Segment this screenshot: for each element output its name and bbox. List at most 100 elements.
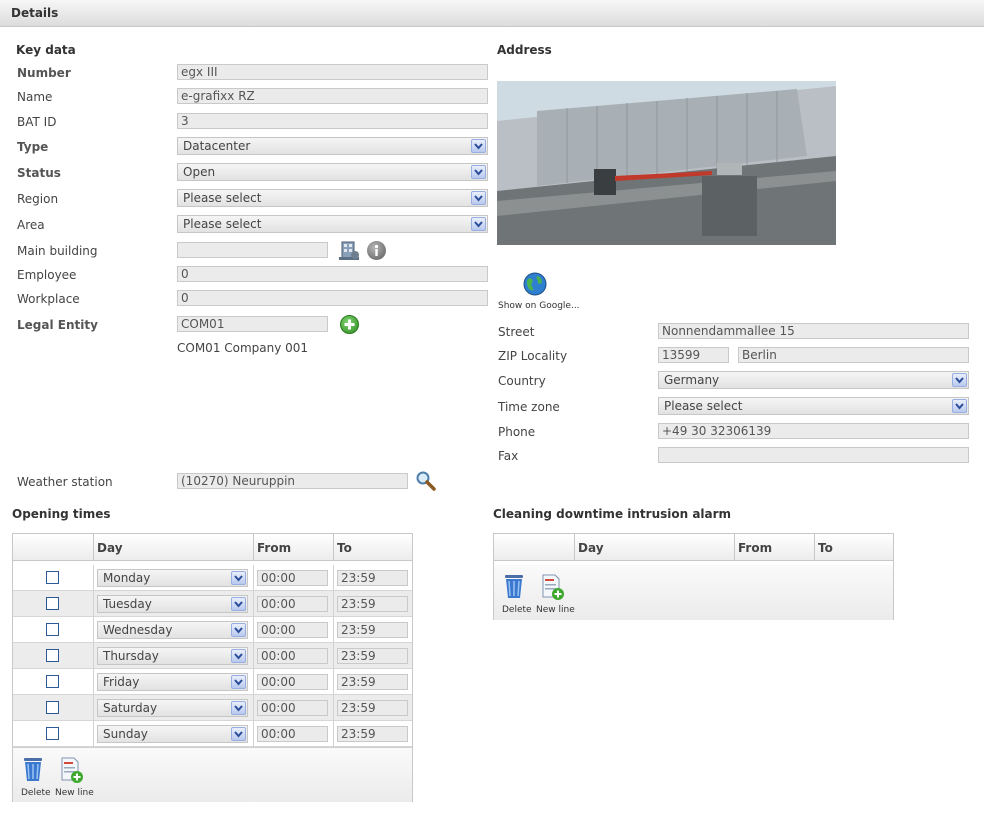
select-column-header bbox=[494, 534, 575, 561]
name-field[interactable]: e-grafixx RZ bbox=[177, 88, 488, 104]
weather-station-label: Weather station bbox=[17, 475, 113, 489]
details-title: Details bbox=[11, 6, 59, 20]
row-checkbox[interactable] bbox=[46, 571, 59, 584]
row-checkbox[interactable] bbox=[46, 597, 59, 610]
legal-entity-field[interactable]: COM01 bbox=[177, 316, 328, 332]
day-column-header[interactable]: Day bbox=[94, 534, 254, 561]
new-line-button[interactable]: New line bbox=[536, 605, 575, 615]
opening-times-header: Day From To bbox=[13, 534, 412, 561]
cleaning-header: Day From To bbox=[494, 534, 893, 561]
locality-field[interactable]: Berlin bbox=[738, 347, 969, 363]
details-header: Details bbox=[0, 0, 984, 27]
to-time-field[interactable]: 23:59 bbox=[337, 648, 408, 664]
chevron-down-icon[interactable] bbox=[471, 165, 486, 179]
row-checkbox[interactable] bbox=[46, 649, 59, 662]
day-column-header[interactable]: Day bbox=[575, 534, 735, 561]
row-checkbox[interactable] bbox=[46, 701, 59, 714]
to-time-field[interactable]: 23:59 bbox=[337, 570, 408, 586]
day-value: Wednesday bbox=[103, 623, 173, 637]
time-zone-select[interactable]: Please select bbox=[658, 397, 969, 415]
chevron-down-icon[interactable] bbox=[231, 623, 246, 637]
day-select[interactable]: Tuesday bbox=[97, 595, 248, 613]
new-line-button[interactable]: New line bbox=[55, 788, 94, 798]
to-time-field[interactable]: 23:59 bbox=[337, 700, 408, 716]
bat-id-field[interactable]: 3 bbox=[177, 113, 488, 129]
chevron-down-icon[interactable] bbox=[231, 701, 246, 715]
from-time-field[interactable]: 00:00 bbox=[257, 596, 328, 612]
from-time-field[interactable]: 00:00 bbox=[257, 700, 328, 716]
chevron-down-icon[interactable] bbox=[231, 571, 246, 585]
day-select[interactable]: Thursday bbox=[97, 647, 248, 665]
delete-button[interactable]: Delete bbox=[21, 788, 51, 798]
chevron-down-icon[interactable] bbox=[231, 727, 246, 741]
add-icon[interactable] bbox=[340, 315, 359, 334]
region-select[interactable]: Please select bbox=[177, 189, 488, 207]
from-time-field[interactable]: 00:00 bbox=[257, 622, 328, 638]
cleaning-toolbar: Delete New line bbox=[494, 565, 893, 620]
day-value: Monday bbox=[103, 571, 151, 585]
to-column-header[interactable]: To bbox=[815, 534, 895, 561]
from-time-field[interactable]: 00:00 bbox=[257, 648, 328, 664]
chevron-down-icon[interactable] bbox=[231, 649, 246, 663]
type-select[interactable]: Datacenter bbox=[177, 137, 488, 155]
from-time-field[interactable]: 00:00 bbox=[257, 570, 328, 586]
fax-field[interactable] bbox=[658, 447, 969, 463]
building-icon[interactable] bbox=[337, 238, 361, 262]
delete-button[interactable]: Delete bbox=[502, 605, 532, 615]
to-time-field[interactable]: 23:59 bbox=[337, 726, 408, 742]
row-checkbox[interactable] bbox=[46, 675, 59, 688]
row-checkbox[interactable] bbox=[46, 623, 59, 636]
fax-label: Fax bbox=[498, 449, 519, 463]
chevron-down-icon[interactable] bbox=[471, 139, 486, 153]
chevron-down-icon[interactable] bbox=[952, 399, 967, 413]
chevron-down-icon[interactable] bbox=[471, 217, 486, 231]
trash-icon[interactable] bbox=[503, 573, 525, 599]
day-select[interactable]: Wednesday bbox=[97, 621, 248, 639]
area-value: Please select bbox=[183, 217, 262, 231]
time-zone-label: Time zone bbox=[498, 400, 560, 414]
day-value: Friday bbox=[103, 675, 140, 689]
day-select[interactable]: Saturday bbox=[97, 699, 248, 717]
chevron-down-icon[interactable] bbox=[231, 675, 246, 689]
workplace-label: Workplace bbox=[17, 292, 80, 306]
day-select[interactable]: Friday bbox=[97, 673, 248, 691]
from-time-field[interactable]: 00:00 bbox=[257, 674, 328, 690]
chevron-down-icon[interactable] bbox=[471, 191, 486, 205]
weather-station-field[interactable]: (10270) Neuruppin bbox=[177, 473, 408, 489]
new-document-icon[interactable] bbox=[541, 573, 565, 601]
phone-field[interactable]: +49 30 32306139 bbox=[658, 423, 969, 439]
trash-icon[interactable] bbox=[22, 756, 44, 782]
building-photo bbox=[497, 81, 836, 245]
magnifier-icon[interactable] bbox=[415, 470, 437, 492]
key-data-title: Key data bbox=[16, 43, 76, 57]
street-field[interactable]: Nonnendammallee 15 bbox=[658, 323, 969, 339]
show-on-google-link[interactable]: Show on Google... bbox=[498, 301, 580, 311]
from-column-header[interactable]: From bbox=[254, 534, 334, 561]
to-time-field[interactable]: 23:59 bbox=[337, 622, 408, 638]
to-time-field[interactable]: 23:59 bbox=[337, 674, 408, 690]
to-column-header[interactable]: To bbox=[334, 534, 414, 561]
from-column-header[interactable]: From bbox=[735, 534, 815, 561]
to-time-field[interactable]: 23:59 bbox=[337, 596, 408, 612]
workplace-field[interactable]: 0 bbox=[177, 290, 488, 306]
globe-icon[interactable] bbox=[522, 271, 548, 297]
number-field[interactable]: egx III bbox=[177, 64, 488, 80]
info-icon[interactable] bbox=[367, 241, 386, 260]
employee-field[interactable]: 0 bbox=[177, 266, 488, 282]
new-document-icon[interactable] bbox=[60, 756, 84, 784]
day-select[interactable]: Monday bbox=[97, 569, 248, 587]
table-row: Friday 00:00 23:59 bbox=[13, 669, 412, 695]
chevron-down-icon[interactable] bbox=[231, 597, 246, 611]
status-value: Open bbox=[183, 165, 216, 179]
main-building-field[interactable] bbox=[177, 242, 328, 258]
country-select[interactable]: Germany bbox=[658, 371, 969, 389]
zip-field[interactable]: 13599 bbox=[658, 347, 729, 363]
day-select[interactable]: Sunday bbox=[97, 725, 248, 743]
area-select[interactable]: Please select bbox=[177, 215, 488, 233]
row-checkbox[interactable] bbox=[46, 727, 59, 740]
chevron-down-icon[interactable] bbox=[952, 373, 967, 387]
region-label: Region bbox=[17, 192, 59, 206]
from-time-field[interactable]: 00:00 bbox=[257, 726, 328, 742]
table-row: Saturday 00:00 23:59 bbox=[13, 695, 412, 721]
status-select[interactable]: Open bbox=[177, 163, 488, 181]
